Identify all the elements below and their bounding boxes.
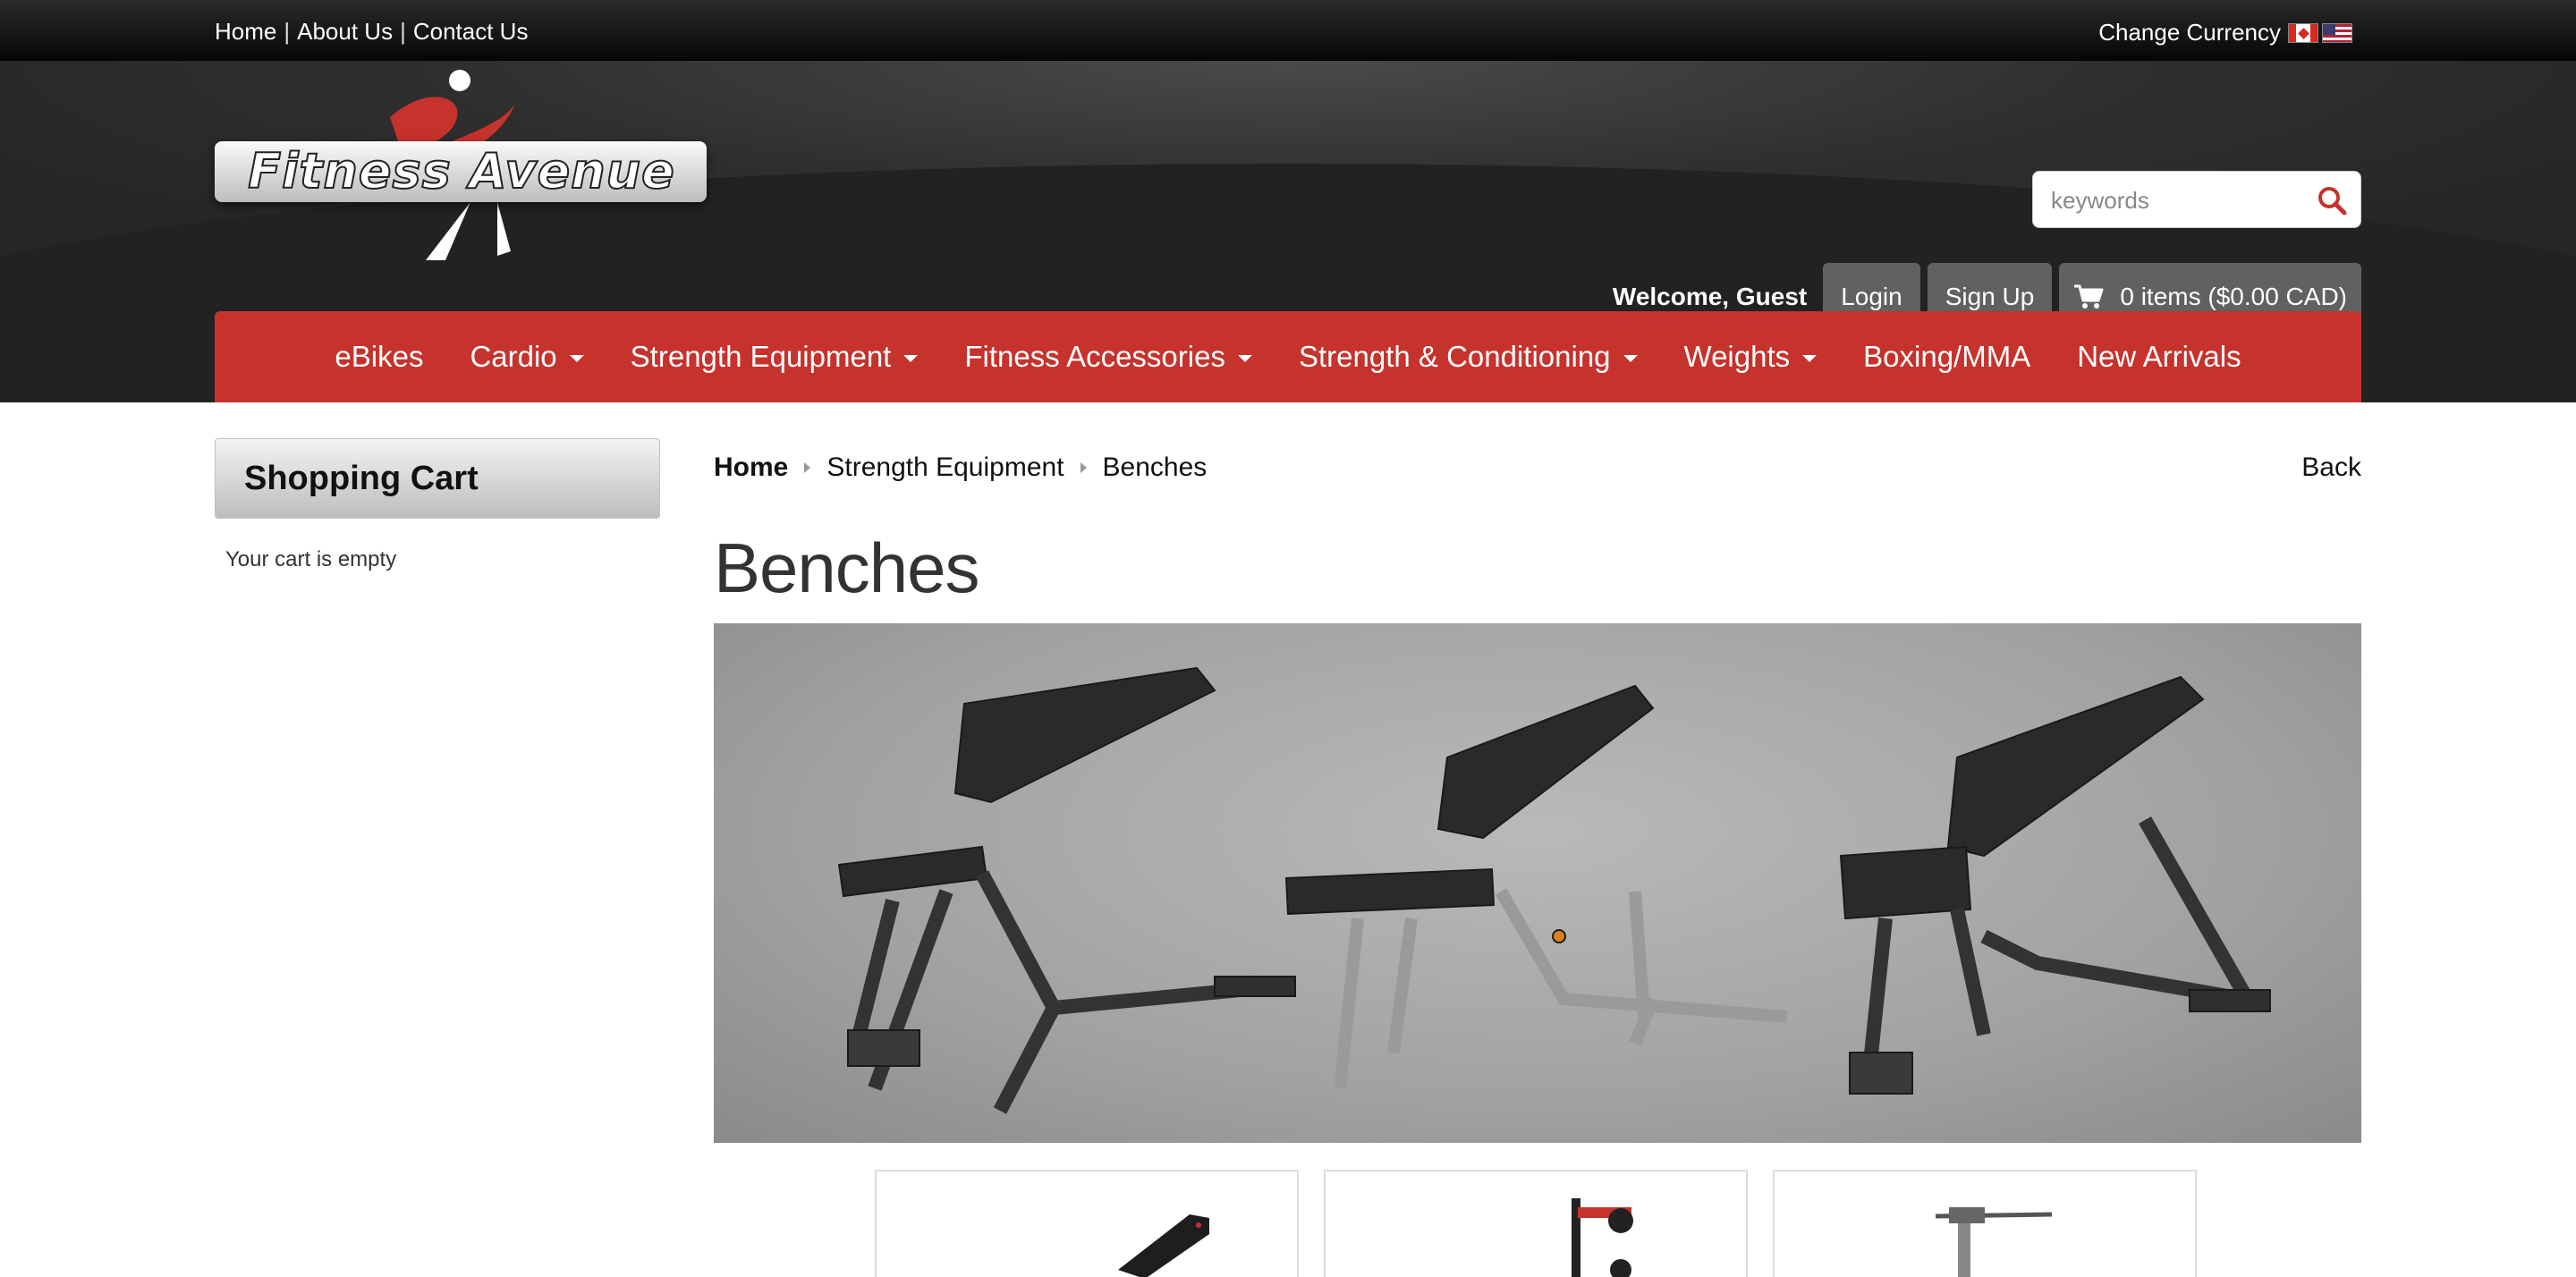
- nav-item-new-arrivals[interactable]: New Arrivals: [2054, 340, 2264, 374]
- page-title: Benches: [714, 529, 980, 607]
- search-icon[interactable]: [2316, 184, 2348, 216]
- cart-empty-text: Your cart is empty: [225, 547, 397, 571]
- main-nav: eBikes Cardio Strength Equipment Fitness…: [215, 311, 2361, 402]
- machine-thumbnail-image: [1935, 1207, 2053, 1277]
- nav-item-label: Strength & Conditioning: [1298, 340, 1611, 373]
- nav-item-cardio[interactable]: Cardio: [446, 340, 606, 374]
- nav-item-fitness-accessories[interactable]: Fitness Accessories: [941, 340, 1275, 374]
- caret-down-icon: [903, 355, 919, 362]
- subcategory-thumbnail[interactable]: [875, 1170, 1299, 1277]
- usa-flag-icon[interactable]: [2322, 22, 2352, 43]
- back-link[interactable]: Back: [2301, 452, 2361, 483]
- subcategory-thumbnail[interactable]: [1773, 1170, 2197, 1277]
- breadcrumb-current: Benches: [1102, 452, 1208, 482]
- site-logo[interactable]: Fitness Avenue: [211, 68, 712, 260]
- top-link-contact-us[interactable]: Contact Us: [413, 18, 529, 46]
- shopping-cart-panel-header: Shopping Cart: [215, 438, 660, 519]
- caret-down-icon: [1802, 355, 1818, 362]
- rack-thumbnail-image: [1572, 1198, 1633, 1277]
- benches-photo: [837, 666, 2271, 1114]
- shopping-cart-icon: [2074, 284, 2104, 309]
- nav-item-label: New Arrivals: [2077, 340, 2241, 373]
- nav-item-weights[interactable]: Weights: [1661, 340, 1841, 374]
- change-currency: Change Currency: [2098, 19, 2352, 47]
- welcome-text: Welcome, Guest: [1612, 283, 1808, 310]
- breadcrumb: Home Strength Equipment Benches: [714, 452, 1207, 483]
- category-banner-image: [714, 623, 2361, 1143]
- nav-item-label: Weights: [1683, 340, 1791, 373]
- top-link-home[interactable]: Home: [215, 18, 276, 46]
- nav-item-strength-equipment[interactable]: Strength Equipment: [607, 340, 942, 374]
- bench-graphic: [1839, 675, 2271, 1095]
- breadcrumb-strength-equipment[interactable]: Strength Equipment: [826, 452, 1063, 483]
- nav-item-boxing-mma[interactable]: Boxing/MMA: [1840, 340, 2054, 374]
- nav-item-label: Boxing/MMA: [1863, 340, 2031, 373]
- nav-item-label: Cardio: [470, 340, 557, 373]
- bench-graphic: [837, 666, 1296, 1114]
- breadcrumb-arrow-icon: [1080, 462, 1087, 473]
- top-link-separator: |: [284, 18, 291, 45]
- subcategory-thumbnail[interactable]: [1324, 1170, 1748, 1277]
- bench-thumbnail-image: [1118, 1214, 1209, 1277]
- canada-flag-icon[interactable]: [2288, 22, 2318, 43]
- top-utility-bar: Home | About Us | Contact Us Change Curr…: [0, 0, 2576, 61]
- cart-summary: 0 items ($0.00 CAD): [2120, 283, 2347, 310]
- nav-item-ebikes[interactable]: eBikes: [311, 340, 446, 374]
- breadcrumb-arrow-icon: [804, 462, 811, 473]
- breadcrumb-home[interactable]: Home: [714, 452, 788, 483]
- nav-item-strength-conditioning[interactable]: Strength & Conditioning: [1275, 340, 1661, 374]
- bench-graphic: [1284, 684, 1788, 1089]
- site-header: Fitness Avenue Welcome, Guest Login Sign…: [0, 61, 2576, 402]
- shopping-cart-title: Shopping Cart: [244, 459, 479, 497]
- top-link-about-us[interactable]: About Us: [297, 18, 393, 46]
- logo-text: Fitness Avenue: [247, 142, 675, 200]
- top-link-separator: |: [400, 18, 406, 45]
- nav-item-label: Fitness Accessories: [964, 340, 1225, 373]
- caret-down-icon: [569, 355, 584, 362]
- caret-down-icon: [1623, 355, 1638, 362]
- subcategory-thumbnails: [875, 1170, 2222, 1277]
- nav-item-label: Strength Equipment: [630, 340, 892, 373]
- nav-item-label: eBikes: [335, 340, 424, 373]
- caret-down-icon: [1237, 355, 1252, 362]
- search-box: [2032, 171, 2361, 228]
- change-currency-label: Change Currency: [2098, 19, 2281, 46]
- top-links: Home | About Us | Contact Us: [215, 18, 528, 46]
- search-input[interactable]: [2051, 182, 2310, 218]
